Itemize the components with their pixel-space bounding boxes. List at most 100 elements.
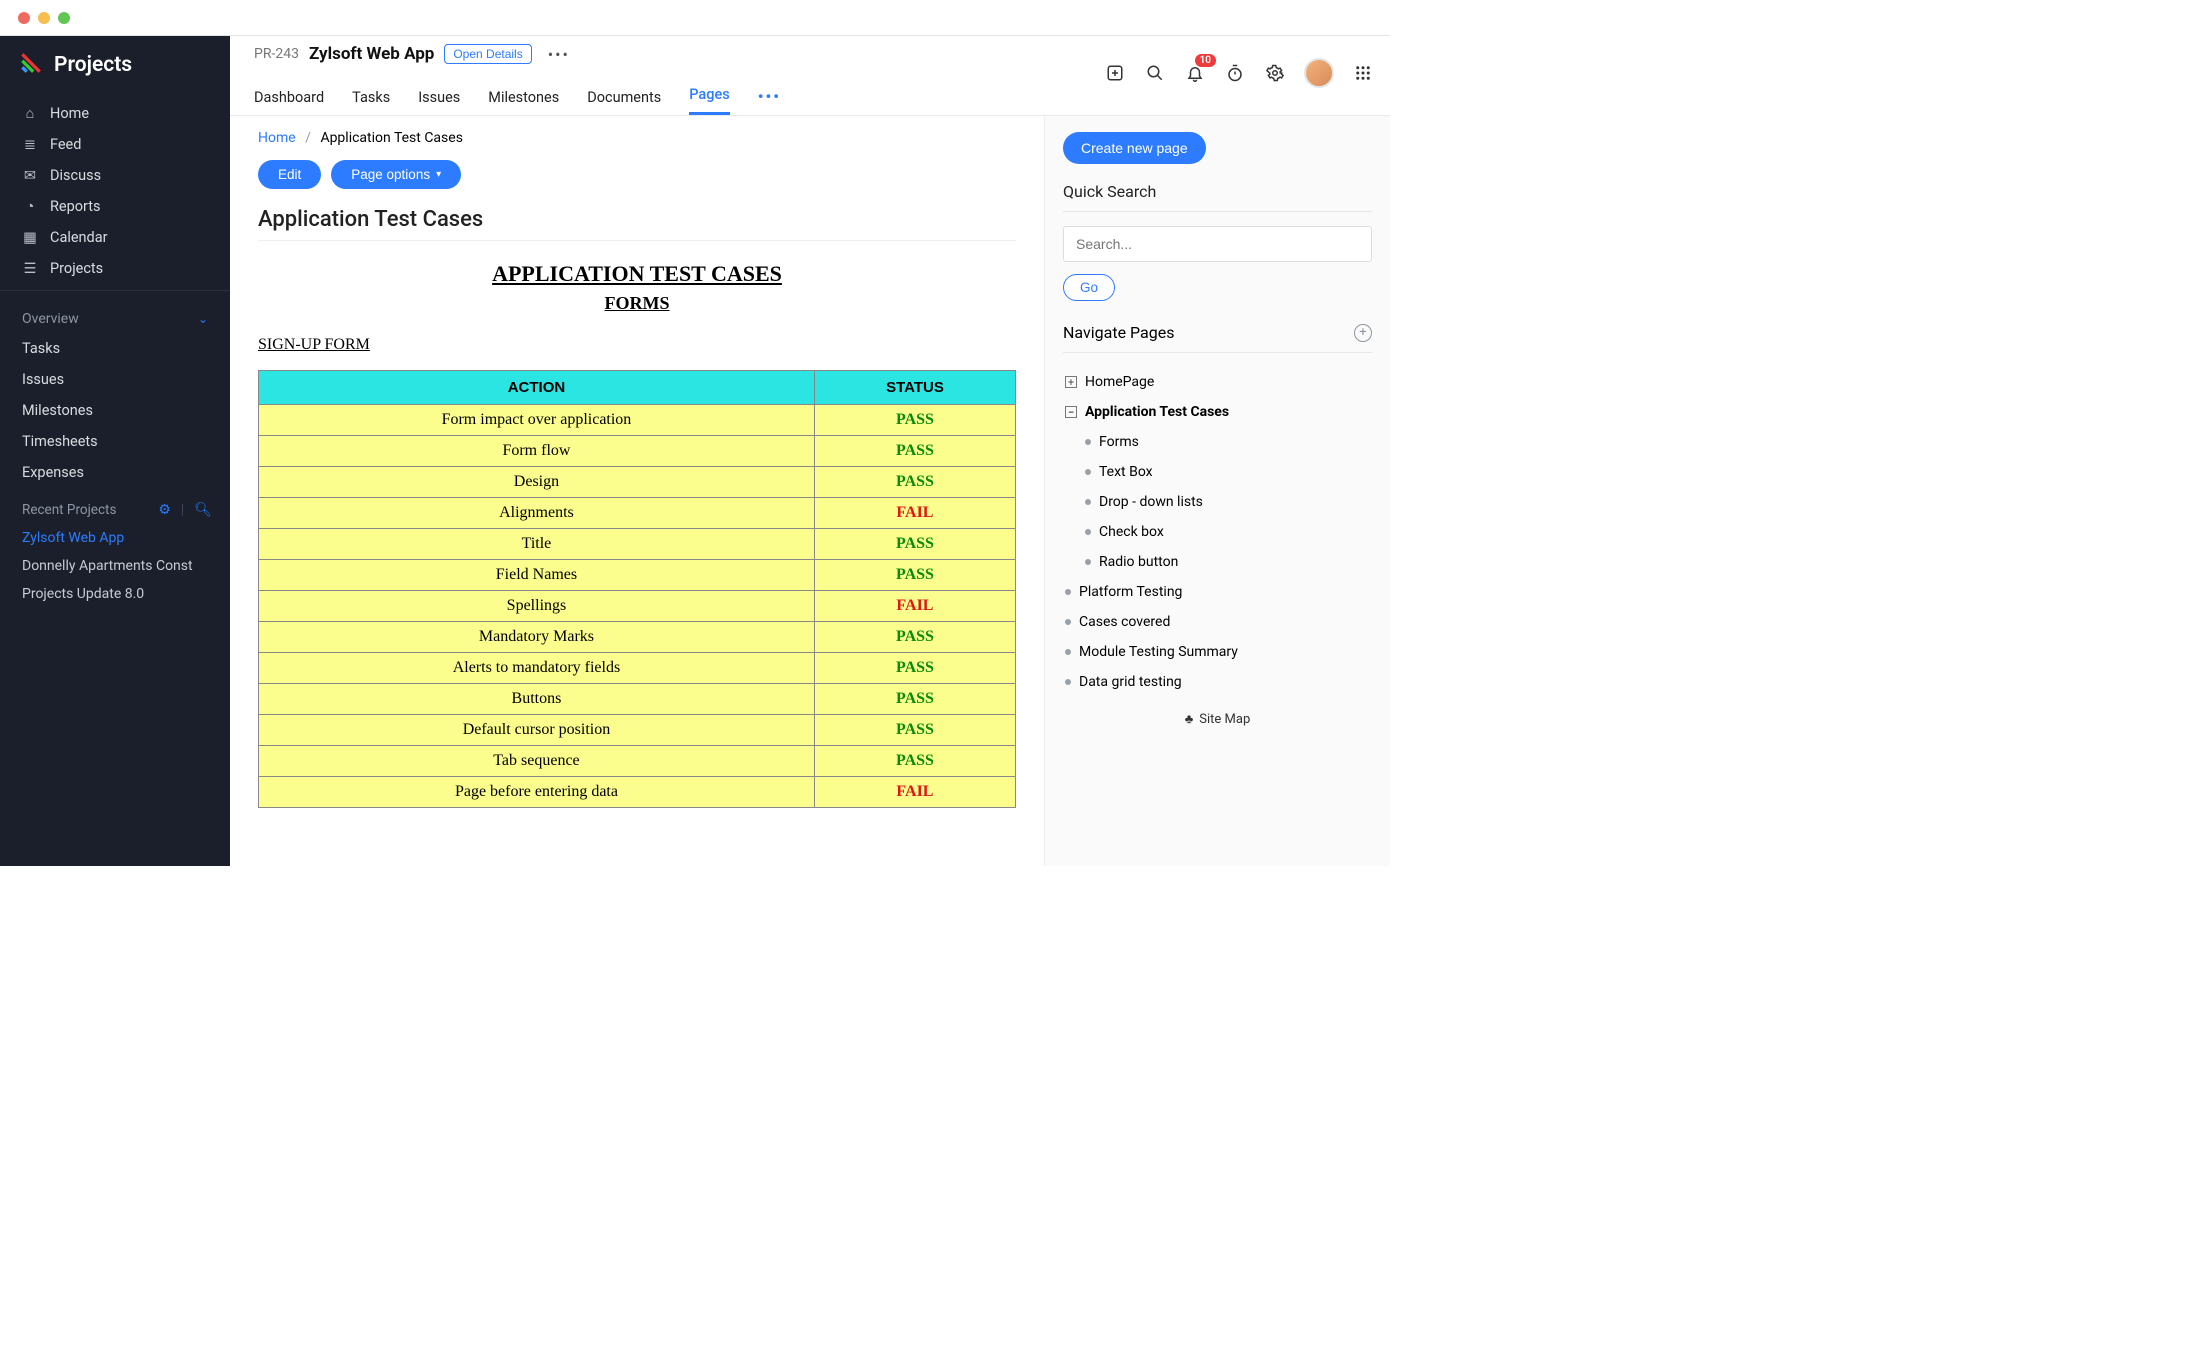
cell-status: PASS xyxy=(814,405,1015,436)
cell-action: Buttons xyxy=(259,684,815,715)
table-row: Mandatory MarksPASS xyxy=(259,622,1016,653)
search-icon[interactable] xyxy=(1144,62,1166,84)
tree-label: HomePage xyxy=(1085,374,1154,390)
bullet-icon xyxy=(1085,469,1091,475)
recent-item-label: Donnelly Apartments Const xyxy=(22,558,193,574)
tree-node[interactable]: Forms xyxy=(1083,427,1372,457)
apps-grid-icon[interactable] xyxy=(1352,62,1374,84)
sub-timesheets[interactable]: Timesheets xyxy=(0,426,230,457)
more-icon[interactable]: ••• xyxy=(542,45,576,64)
chat-icon: ✉ xyxy=(22,167,38,184)
cell-action: Alerts to mandatory fields xyxy=(259,653,815,684)
top-actions: 10 xyxy=(1104,58,1374,88)
sub-expenses[interactable]: Expenses xyxy=(0,457,230,488)
cell-status: PASS xyxy=(814,653,1015,684)
filter-icon[interactable]: ⚙ xyxy=(158,502,171,518)
tab-dashboard[interactable]: Dashboard xyxy=(254,89,324,115)
nav-calendar[interactable]: ▦Calendar xyxy=(0,222,230,253)
recent-project-item[interactable]: Zylsoft Web App xyxy=(0,524,230,552)
site-map-label: Site Map xyxy=(1199,712,1250,727)
gear-icon[interactable] xyxy=(1264,62,1286,84)
bullet-icon xyxy=(1065,649,1071,655)
tree-node-homepage[interactable]: + HomePage xyxy=(1063,367,1372,397)
overview-section[interactable]: Overview ⌄ xyxy=(0,297,230,333)
tab-documents[interactable]: Documents xyxy=(587,89,661,115)
pages-tree: + HomePage − Application Test Cases Form… xyxy=(1063,367,1372,697)
go-button[interactable]: Go xyxy=(1063,274,1115,301)
quick-search-label: Quick Search xyxy=(1063,182,1372,201)
page-options-button[interactable]: Page options▾ xyxy=(331,160,461,189)
bullet-icon xyxy=(1085,559,1091,565)
tree-node[interactable]: Platform Testing xyxy=(1063,577,1372,607)
right-panel: Create new page Quick Search Go Navigate… xyxy=(1045,116,1390,866)
cell-action: Default cursor position xyxy=(259,715,815,746)
collapse-icon[interactable]: − xyxy=(1065,406,1077,418)
reports-icon: ◔ xyxy=(22,198,38,215)
search-icon[interactable]: 🔍︎ xyxy=(194,502,212,518)
stopwatch-icon[interactable] xyxy=(1224,62,1246,84)
recent-projects-head: Recent Projects ⚙ | 🔍︎ xyxy=(0,488,230,524)
nav-projects[interactable]: ☰Projects xyxy=(0,253,230,284)
window-close-dot[interactable] xyxy=(18,12,30,24)
window-zoom-dot[interactable] xyxy=(58,12,70,24)
briefcase-icon: ☰ xyxy=(22,260,38,277)
brand-logo-icon xyxy=(18,50,44,80)
tree-node[interactable]: Text Box xyxy=(1083,457,1372,487)
tabs-more-icon[interactable]: ••• xyxy=(758,87,781,115)
open-details-button[interactable]: Open Details xyxy=(444,44,531,64)
nav-home[interactable]: ⌂Home xyxy=(0,98,230,129)
window-minimize-dot[interactable] xyxy=(38,12,50,24)
tree-node-app-test-cases[interactable]: − Application Test Cases xyxy=(1063,397,1372,427)
add-icon[interactable] xyxy=(1104,62,1126,84)
cell-status: PASS xyxy=(814,467,1015,498)
tree-node[interactable]: Module Testing Summary xyxy=(1063,637,1372,667)
nav-discuss[interactable]: ✉ Discuss xyxy=(0,160,230,191)
tab-milestones[interactable]: Milestones xyxy=(488,89,559,115)
table-row: AlignmentsFAIL xyxy=(259,498,1016,529)
cell-status: PASS xyxy=(814,746,1015,777)
nav-feed[interactable]: ≣Feed xyxy=(0,129,230,160)
home-icon: ⌂ xyxy=(22,105,38,122)
tab-label: Dashboard xyxy=(254,89,324,106)
edit-button[interactable]: Edit xyxy=(258,160,321,189)
col-action: ACTION xyxy=(259,371,815,405)
tree-node[interactable]: Check box xyxy=(1083,517,1372,547)
nav-label: Reports xyxy=(50,198,101,215)
sub-label: Milestones xyxy=(22,402,93,419)
sub-tasks[interactable]: Tasks xyxy=(0,333,230,364)
divider xyxy=(0,290,230,291)
tree-node[interactable]: Data grid testing xyxy=(1063,667,1372,697)
bullet-icon xyxy=(1085,439,1091,445)
tree-node[interactable]: Radio button xyxy=(1083,547,1372,577)
site-map-link[interactable]: ♣Site Map xyxy=(1063,711,1372,727)
tree-node[interactable]: Drop - down lists xyxy=(1083,487,1372,517)
nav-label: Calendar xyxy=(50,229,108,246)
tab-label: Issues xyxy=(418,89,460,106)
tree-label: Application Test Cases xyxy=(1085,404,1229,420)
tab-tasks[interactable]: Tasks xyxy=(352,89,390,115)
tree-node[interactable]: Cases covered xyxy=(1063,607,1372,637)
tab-pages[interactable]: Pages xyxy=(689,86,729,115)
tab-label: Pages xyxy=(689,86,729,103)
create-page-button[interactable]: Create new page xyxy=(1063,132,1206,164)
cell-status: PASS xyxy=(814,622,1015,653)
avatar[interactable] xyxy=(1304,58,1334,88)
brand-text: Projects xyxy=(54,53,132,77)
expand-icon[interactable]: + xyxy=(1065,376,1077,388)
nav-reports[interactable]: ◔ Reports xyxy=(0,191,230,222)
breadcrumb-home[interactable]: Home xyxy=(258,130,296,146)
recent-project-item[interactable]: Projects Update 8.0 xyxy=(0,580,230,608)
bell-icon[interactable]: 10 xyxy=(1184,62,1206,84)
sub-issues[interactable]: Issues xyxy=(0,364,230,395)
open-details-label: Open Details xyxy=(453,47,522,61)
nav-label: Discuss xyxy=(50,167,101,184)
tab-issues[interactable]: Issues xyxy=(418,89,460,115)
caret-down-icon: ▾ xyxy=(436,169,441,180)
cell-status: FAIL xyxy=(814,591,1015,622)
recent-project-item[interactable]: Donnelly Apartments Const xyxy=(0,552,230,580)
create-page-label: Create new page xyxy=(1081,140,1188,156)
sub-milestones[interactable]: Milestones xyxy=(0,395,230,426)
search-input[interactable] xyxy=(1063,226,1372,262)
add-page-icon[interactable]: + xyxy=(1354,324,1372,342)
breadcrumb-current: Application Test Cases xyxy=(320,130,463,146)
